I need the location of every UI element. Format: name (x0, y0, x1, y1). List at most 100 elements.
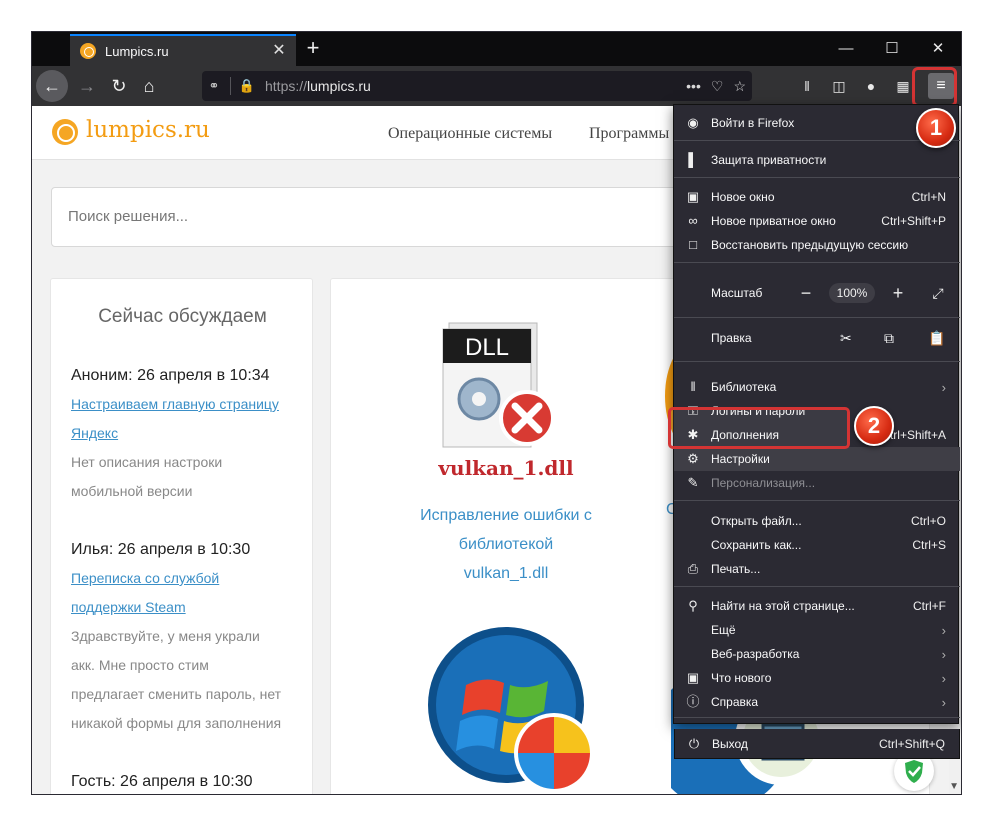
fullscreen-icon[interactable]: ⤢ (926, 281, 950, 305)
zoom-in-button[interactable]: + (886, 281, 910, 305)
comment-text: Здравствуйте, у меня украли (71, 628, 260, 644)
menu-item-shortcut: Ctrl+S (912, 538, 946, 552)
tab-close-icon[interactable]: ✕ (270, 42, 288, 60)
cut-icon[interactable]: ✂ (840, 330, 852, 347)
translate-icon[interactable]: ▦ (892, 75, 914, 97)
menu-separator (674, 500, 960, 501)
menu-item-label: Открыть файл... (711, 514, 802, 528)
article-link[interactable]: Исправление ошибки с библиотекой vulkan_… (401, 501, 611, 588)
nav-programs[interactable]: Программы (589, 125, 669, 143)
menu-separator (674, 262, 960, 263)
comment-author: Аноним: 26 апреля в 10:34 (71, 367, 270, 384)
comment-text: никакой формы для заполнения (71, 715, 282, 731)
menu-separator (674, 361, 960, 362)
scroll-down-icon[interactable]: ▼ (949, 781, 959, 792)
menu-item-label: Что нового (711, 671, 772, 685)
forward-arrow-icon[interactable]: → (72, 71, 102, 101)
comment-link[interactable]: Переписка со службой (71, 564, 301, 593)
minimize-button[interactable]: — (823, 32, 869, 66)
menu-item-label: Войти в Firefox (711, 116, 795, 130)
print-icon: ⎙ (687, 561, 699, 576)
window-close-button[interactable]: ✕ (915, 32, 961, 66)
menu-item-label: Правка (711, 331, 752, 345)
menu-button-highlight (912, 67, 957, 107)
library-icon[interactable]: ‖ (796, 75, 818, 97)
menu-item-find[interactable]: ⚲ Найти на этой странице... Ctrl+F (674, 594, 960, 618)
orange-logo-icon[interactable] (52, 119, 78, 145)
menu-item-customize[interactable]: ✎ Персонализация... (674, 471, 960, 495)
maximize-button[interactable]: ☐ (869, 32, 915, 66)
copy-icon[interactable]: ⧉ (884, 330, 894, 347)
zoom-level[interactable]: 100% (829, 283, 875, 303)
account-icon: ◉ (687, 115, 699, 130)
menu-item-help[interactable]: ⓘ Справка › (674, 690, 960, 714)
menu-item-label: Веб-разработка (711, 647, 800, 661)
zoom-out-button[interactable]: − (794, 281, 818, 305)
tab-lumpics[interactable]: Lumpics.ru ✕ (70, 34, 296, 66)
menu-item-shortcut: Ctrl+O (910, 514, 946, 528)
menu-item-print[interactable]: ⎙ Печать... (674, 557, 960, 581)
browser-window: Lumpics.ru ✕ + — ☐ ✕ ← → ↻ ⌂ ⚭ 🔒 https:/… (32, 32, 961, 794)
chevron-right-icon: › (941, 670, 946, 686)
discussion-sidebar: Сейчас обсуждаем Аноним: 26 апреля в 10:… (50, 278, 313, 794)
menu-item-label: Справка (711, 695, 759, 709)
menu-item-private-window[interactable]: ∞ Новое приватное окно Ctrl+Shift+P (674, 209, 960, 233)
menu-item-whats-new[interactable]: ▣ Что нового › (674, 666, 960, 690)
sidebar-icon[interactable]: ◫ (828, 75, 850, 97)
menu-item-privacy[interactable]: ▌ Защита приватности (674, 148, 960, 172)
url-separator (230, 77, 231, 95)
menu-item-shortcut: Ctrl+F (913, 599, 946, 613)
menu-item-library[interactable]: ‖ Библиотека › (674, 375, 960, 399)
article-link-line[interactable]: vulkan_1.dll (401, 559, 611, 588)
bookmark-star-icon[interactable]: ☆ (733, 78, 746, 95)
discussion-item: Аноним: 26 апреля в 10:34 Настраиваем гл… (71, 362, 301, 506)
site-logo[interactable]: lumpics.ru (86, 117, 210, 143)
menu-item-label: Печать... (711, 562, 761, 576)
search-icon: ⚲ (688, 598, 698, 613)
menu-item-web-dev[interactable]: Веб-разработка › (674, 642, 960, 666)
paste-icon[interactable]: 📋 (928, 330, 945, 347)
shield-icon[interactable]: ⚭ (202, 78, 226, 94)
page-actions-icon[interactable]: ••• (686, 78, 701, 94)
menu-item-label: Новое приватное окно (711, 214, 836, 228)
pocket-icon[interactable]: ♡ (711, 78, 724, 95)
menu-item-restore-session[interactable]: □ Восстановить предыдущую сессию (674, 233, 960, 257)
url-bar[interactable]: ⚭ 🔒 https://lumpics.ru ••• ♡ ☆ (202, 71, 752, 101)
comment-link[interactable]: поддержки Steam (71, 593, 301, 622)
home-icon[interactable]: ⌂ (134, 71, 164, 101)
gift-icon: ▣ (686, 670, 700, 685)
menu-item-more[interactable]: Ещё › (674, 618, 960, 642)
comment-link[interactable]: Настраиваем главную страницу (71, 390, 301, 419)
menu-item-label: Защита приватности (711, 153, 827, 167)
lock-icon[interactable]: 🔒 (235, 78, 259, 94)
menu-item-label: Масштаб (711, 286, 763, 300)
menu-separator (674, 586, 960, 587)
menu-item-new-window[interactable]: ▣ Новое окно Ctrl+N (674, 185, 960, 209)
menu-item-label: Персонализация... (711, 476, 816, 490)
dll-file-icon[interactable]: DLL (419, 315, 569, 465)
reload-icon[interactable]: ↻ (104, 71, 134, 101)
url-scheme: https:// (265, 78, 308, 94)
comment-author: Гость: 26 апреля в 10:30 (71, 773, 253, 790)
url-text[interactable]: https://lumpics.ru (265, 78, 371, 94)
menu-separator (674, 317, 960, 318)
menu-item-settings[interactable]: ⚙ Настройки (674, 447, 960, 471)
menu-item-exit[interactable]: ⏻ Выход Ctrl+Shift+Q (674, 729, 960, 759)
article-link-line[interactable]: библиотекой (401, 530, 611, 559)
nav-os[interactable]: Операционные системы (388, 125, 552, 143)
new-tab-button[interactable]: + (300, 36, 326, 62)
account-icon[interactable]: ● (860, 75, 882, 97)
comment-link[interactable]: Яндекс (71, 419, 301, 448)
menu-item-open-file[interactable]: Открыть файл... Ctrl+O (674, 509, 960, 533)
help-icon: ⓘ (686, 694, 700, 709)
library-icon: ‖ (690, 379, 696, 394)
article-link-line[interactable]: Исправление ошибки с (401, 501, 611, 530)
lumpics-favicon-icon (80, 43, 96, 59)
back-arrow-icon[interactable]: ← (36, 70, 68, 102)
windows-logo-icon[interactable] (426, 625, 596, 794)
menu-item-save-as[interactable]: Сохранить как... Ctrl+S (674, 533, 960, 557)
discussion-item: Гость: 26 апреля в 10:30 (71, 768, 301, 794)
comment-text: мобильной версии (71, 483, 193, 499)
comment-text: предлагает сменить пароль, нет (71, 686, 282, 702)
menu-item-label: Найти на этой странице... (711, 599, 855, 613)
